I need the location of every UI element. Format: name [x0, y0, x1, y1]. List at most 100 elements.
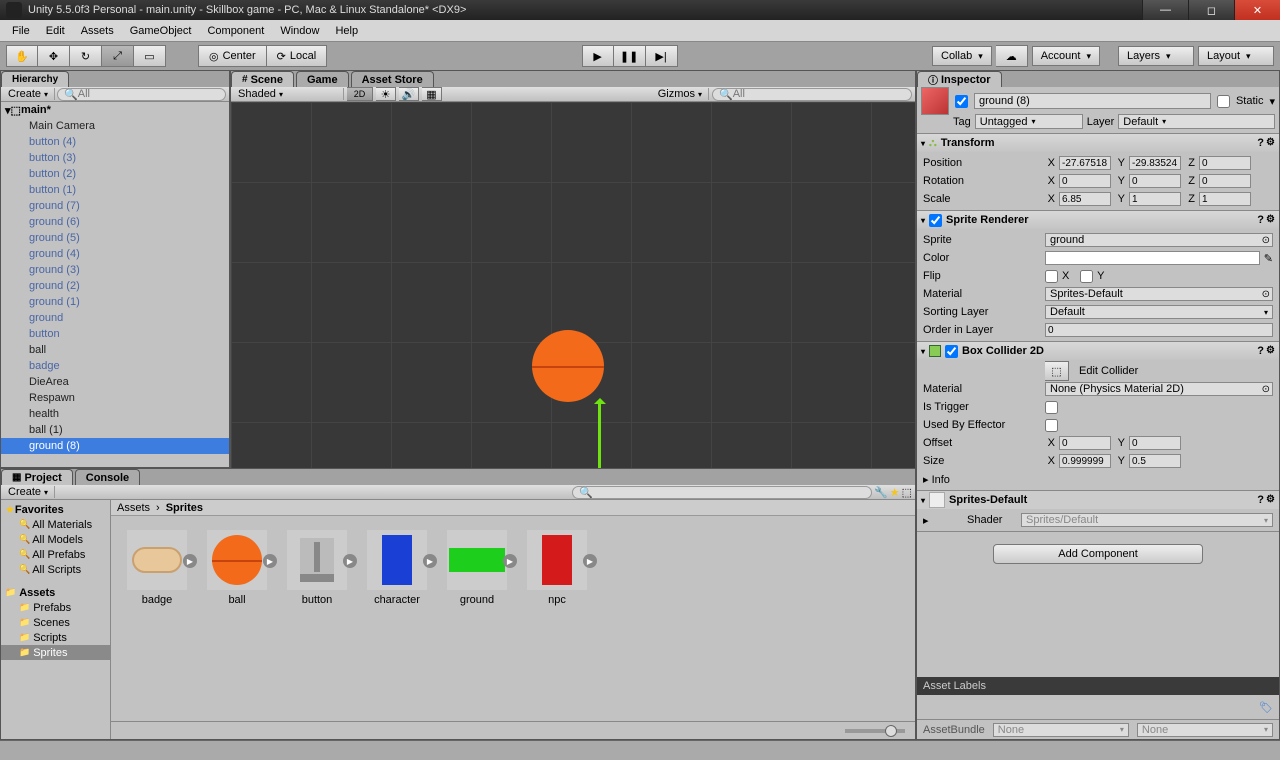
scene-search[interactable]: 🔍All	[712, 88, 912, 101]
collab-dropdown[interactable]: Collab	[932, 46, 992, 66]
2d-toggle[interactable]: 2D	[347, 87, 373, 101]
used-by-effector-checkbox[interactable]	[1045, 419, 1058, 432]
asset-ball[interactable]: ▶ball	[205, 530, 269, 606]
gizmos-dropdown[interactable]: Gizmos	[654, 88, 709, 100]
fav-scripts[interactable]: All Scripts	[1, 562, 110, 577]
eyedropper-icon[interactable]: ✎	[1264, 252, 1273, 265]
breadcrumb-sprites[interactable]: Sprites	[166, 502, 203, 514]
physics-material-field[interactable]: None (Physics Material 2D)	[1045, 382, 1273, 396]
tag-dropdown[interactable]: Untagged	[975, 114, 1083, 129]
hierarchy-item[interactable]: button (3)	[1, 150, 229, 166]
folder-scenes[interactable]: Scenes	[1, 615, 110, 630]
project-create-dropdown[interactable]: Create	[4, 486, 55, 498]
is-trigger-checkbox[interactable]	[1045, 401, 1058, 414]
account-dropdown[interactable]: Account	[1032, 46, 1100, 66]
lighting-toggle[interactable]: ☀	[376, 87, 396, 101]
menu-window[interactable]: Window	[272, 23, 327, 39]
gizmo-y-axis[interactable]	[598, 400, 601, 470]
filter-icon[interactable]: 🔧	[874, 486, 888, 499]
asset-character[interactable]: ▶character	[365, 530, 429, 606]
hierarchy-create-dropdown[interactable]: Create	[4, 88, 55, 100]
size-y-field[interactable]	[1129, 454, 1181, 468]
position-x-field[interactable]	[1059, 156, 1111, 170]
move-tool[interactable]: ✥	[38, 45, 70, 67]
box-collider-header[interactable]: Box Collider 2D ?⚙	[917, 342, 1279, 360]
sprite-field[interactable]: ground	[1045, 233, 1273, 247]
hierarchy-item[interactable]: button (1)	[1, 182, 229, 198]
label-icon[interactable]: 🏷	[1259, 701, 1273, 714]
static-checkbox[interactable]	[1217, 95, 1230, 108]
scale-y-field[interactable]	[1129, 192, 1181, 206]
favorite-filter-icon[interactable]: ★	[890, 486, 900, 499]
fav-prefabs[interactable]: All Prefabs	[1, 547, 110, 562]
hierarchy-item[interactable]: ground (4)	[1, 246, 229, 262]
fav-materials[interactable]: All Materials	[1, 517, 110, 532]
hierarchy-item[interactable]: Main Camera	[1, 118, 229, 134]
gear-icon[interactable]: ⚙	[1266, 214, 1275, 226]
material-field[interactable]: Sprites-Default	[1045, 287, 1273, 301]
play-icon[interactable]: ▶	[503, 554, 517, 568]
project-tab[interactable]: ▦ Project	[1, 469, 73, 485]
help-icon[interactable]: ?	[1257, 214, 1264, 226]
minimize-button[interactable]: —	[1142, 0, 1188, 20]
help-icon[interactable]: ?	[1257, 345, 1264, 357]
gameobject-active-checkbox[interactable]	[955, 95, 968, 108]
fx-toggle[interactable]: ▦	[422, 87, 442, 101]
hierarchy-item[interactable]: ground (7)	[1, 198, 229, 214]
play-icon[interactable]: ▶	[423, 554, 437, 568]
audio-toggle[interactable]: 🔊	[399, 87, 419, 101]
asset-badge[interactable]: ▶badge	[125, 530, 189, 606]
hierarchy-search[interactable]: 🔍All	[57, 88, 226, 101]
info-foldout[interactable]: ▸ Info	[923, 473, 950, 486]
gear-icon[interactable]: ⚙	[1266, 137, 1275, 149]
thumbnail-size-slider[interactable]	[845, 729, 905, 733]
color-field[interactable]	[1045, 251, 1260, 265]
hierarchy-item[interactable]: ground (5)	[1, 230, 229, 246]
play-button[interactable]: ▶	[582, 45, 614, 67]
hierarchy-item[interactable]: ground (2)	[1, 278, 229, 294]
edit-collider-icon-button[interactable]: ⬚	[1045, 361, 1069, 381]
sprite-renderer-header[interactable]: Sprite Renderer ?⚙	[917, 211, 1279, 229]
rotation-z-field[interactable]	[1199, 174, 1251, 188]
gear-icon[interactable]: ⚙	[1266, 494, 1275, 506]
sorting-layer-dropdown[interactable]: Default	[1045, 305, 1273, 319]
fav-models[interactable]: All Models	[1, 532, 110, 547]
asset-button[interactable]: ▶button	[285, 530, 349, 606]
hierarchy-item[interactable]: badge	[1, 358, 229, 374]
menu-edit[interactable]: Edit	[38, 23, 73, 39]
position-z-field[interactable]	[1199, 156, 1251, 170]
help-icon[interactable]: ?	[1257, 137, 1264, 149]
close-button[interactable]: ✕	[1234, 0, 1280, 20]
hierarchy-item[interactable]: button (4)	[1, 134, 229, 150]
asset-npc[interactable]: ▶npc	[525, 530, 589, 606]
flip-x-checkbox[interactable]	[1045, 270, 1058, 283]
assets-grid[interactable]: ▶badge▶ball▶button▶character▶ground▶npc	[111, 516, 915, 721]
game-tab[interactable]: Game	[296, 71, 349, 87]
rect-tool[interactable]: ▭	[134, 45, 166, 67]
cloud-button[interactable]: ☁	[996, 45, 1028, 67]
scale-z-field[interactable]	[1199, 192, 1251, 206]
gear-icon[interactable]: ⚙	[1266, 345, 1275, 357]
asset-ground[interactable]: ▶ground	[445, 530, 509, 606]
hierarchy-item[interactable]: ball (1)	[1, 422, 229, 438]
play-icon[interactable]: ▶	[183, 554, 197, 568]
menu-gameobject[interactable]: GameObject	[122, 23, 200, 39]
hand-tool[interactable]: ✋	[6, 45, 38, 67]
console-tab[interactable]: Console	[75, 469, 140, 485]
scale-x-field[interactable]	[1059, 192, 1111, 206]
menu-assets[interactable]: Assets	[73, 23, 122, 39]
gameobject-name-field[interactable]	[974, 93, 1211, 109]
favorites-row[interactable]: ★ Favorites	[1, 502, 110, 517]
layout-dropdown[interactable]: Layout	[1198, 46, 1274, 66]
flip-y-checkbox[interactable]	[1080, 270, 1093, 283]
assetbundle-variant-dropdown[interactable]: None	[1137, 723, 1273, 737]
asset-store-tab[interactable]: Asset Store	[351, 71, 434, 87]
play-icon[interactable]: ▶	[583, 554, 597, 568]
hierarchy-item[interactable]: health	[1, 406, 229, 422]
play-icon[interactable]: ▶	[343, 554, 357, 568]
add-component-button[interactable]: Add Component	[993, 544, 1203, 564]
project-search[interactable]: 🔍	[572, 486, 872, 499]
hierarchy-item[interactable]: ground (6)	[1, 214, 229, 230]
menu-component[interactable]: Component	[199, 23, 272, 39]
position-y-field[interactable]	[1129, 156, 1181, 170]
